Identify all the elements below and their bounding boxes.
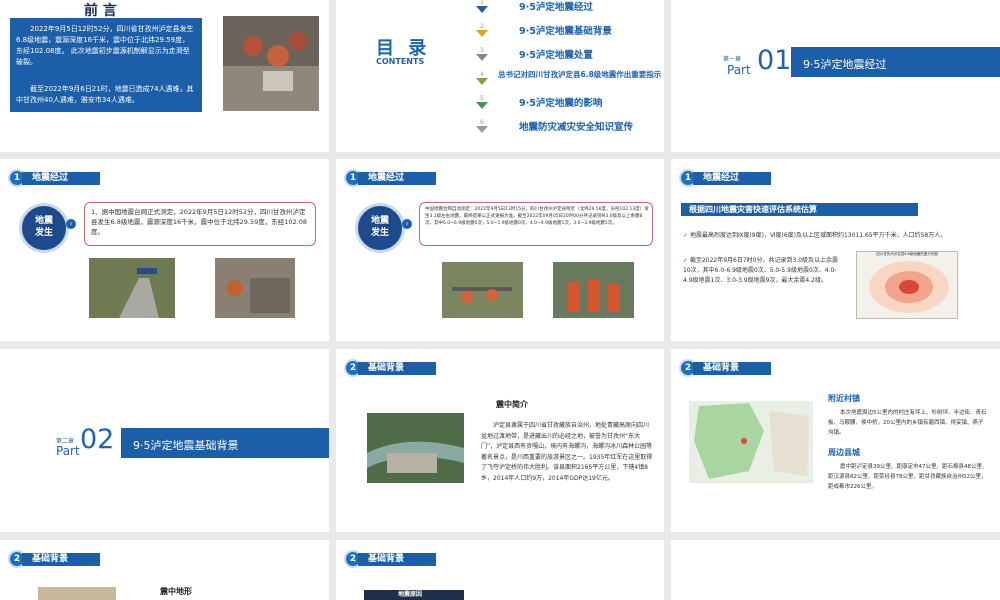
slide-background-3[interactable]: 2 基础背景 震中地形 <box>0 540 329 600</box>
section-title: 地震经过 <box>22 172 100 185</box>
rescuers-photo <box>553 262 634 318</box>
road-photo <box>89 258 175 318</box>
slide-background-2[interactable]: 2 基础背景 附近村镇 本次地震周边5公里内的村庄有坪上、杉树坪、半边街、青石板、… <box>671 349 1000 532</box>
quake-textbox: 中国地震台网自动测定：2022年9月5日13时15分，四川甘孜州泸定县附近（北纬… <box>419 202 653 246</box>
rescue-team-photo <box>442 262 523 318</box>
nearby-counties-text: 震中距泸定县39公里、距康定市47公里、距石棉县48公里、距汉源县62公里、距荥… <box>828 464 988 490</box>
quake-circle: 地震 发生 <box>355 203 405 253</box>
terrain-photo <box>38 587 116 600</box>
toc-item-3[interactable]: 3 9·5泸定地震处置 <box>474 44 664 66</box>
svg-text:2: 2 <box>480 23 484 30</box>
toc-item-5[interactable]: 5 9·5泸定地震的影响 <box>474 92 664 114</box>
slide-quake-3[interactable]: 1 地震经过 根据四川地震灾害快速评估系统估算 ✓ 地震最高烈度达到Ⅸ度(9度)，… <box>671 159 1000 341</box>
part2-number: 02 <box>80 424 115 455</box>
quake-circle-label: 地震 发生 <box>34 216 53 238</box>
svg-text:5: 5 <box>480 95 484 102</box>
slide-part2[interactable]: 第二章 Part 02 9·5泸定地震基础背景 <box>0 349 329 532</box>
part2-title: 9·5泸定地震基础背景 <box>133 439 239 452</box>
assessment-banner: 根据四川地震灾害快速评估系统估算 <box>681 203 918 216</box>
section-title: 基础背景 <box>693 362 771 375</box>
part1-part: Part <box>727 63 751 77</box>
quake-text: 中国地震台网自动测定：2022年9月5日13时15分，四川甘孜州泸定县附近（北纬… <box>425 207 649 226</box>
intensity-map: 四川甘孜州泸定县6.8级地震烈度分布图 <box>856 251 958 319</box>
svg-text:6: 6 <box>480 119 484 126</box>
epicenter-intro-text: 泸定县隶属于四川省甘孜藏族自治州，地处青藏高原向四川盆地过渡地带，是进藏出川的必… <box>481 422 653 482</box>
rescue-photo <box>223 16 319 111</box>
chevron-down-icon: 3 <box>474 44 490 62</box>
section-title: 地震经过 <box>358 172 436 185</box>
chevron-down-icon: 4 <box>474 68 490 86</box>
toc-item-label: 地震防灾减灾安全知识宣传 <box>519 122 634 133</box>
nearby-counties-title: 周边县城 <box>828 448 860 457</box>
terrain-title: 震中地形 <box>160 587 192 596</box>
cause-title: 地震原因 <box>398 591 423 598</box>
chevron-down-icon: 6 <box>474 116 490 134</box>
quake-circle-label: 地震 发生 <box>370 216 389 238</box>
preface-title: 前 言 <box>84 3 117 19</box>
quake-circle: 地震 发生 <box>19 203 69 253</box>
nearby-villages-title: 附近村镇 <box>828 394 860 403</box>
intensity-note: ✓ 地震最高烈度达到Ⅸ度(9度)，Ⅵ度(6度)及以上区域面积约13011.65平… <box>683 232 947 239</box>
svg-text:3: 3 <box>480 47 484 54</box>
section-title: 基础背景 <box>358 362 436 375</box>
nearby-villages-text: 本次地震周边5公里内的村庄有坪上、杉树坪、半边街、青石板、马鞍腰、侯中桥，20公… <box>828 410 987 436</box>
location-map <box>689 401 813 483</box>
contents-subtitle: CONTENTS <box>376 57 425 66</box>
toc-item-label: 9·5泸定地震基础背景 <box>519 26 612 37</box>
quake-textbox: 1、据中国地震台网正式测定，2022年9月5日12时52分，四川甘孜州泸定县发生… <box>84 202 316 246</box>
toc-item-6[interactable]: 6 地震防灾减灾安全知识宣传 <box>474 116 664 138</box>
section-title: 地震经过 <box>693 172 771 185</box>
part1-chapter: 第一章 <box>723 56 742 63</box>
cause-box: 地震原因 <box>364 590 464 600</box>
aftershock-note: ✓ 截至2022年9月6日7时0分，共记录到3.0级及以上余震10次，其中6.0… <box>683 257 839 284</box>
part1-number: 01 <box>757 45 792 76</box>
section-title: 基础背景 <box>358 553 436 566</box>
toc-item-4[interactable]: 4 总书记对四川甘孜泸定县6.8级地震作出重要指示 <box>474 68 664 90</box>
preface-box: 2022年9月5日12时52分，四川省甘孜州泸定县发生6.8级地震，震源深度16… <box>10 18 202 112</box>
chevron-right-icon: › <box>66 219 76 229</box>
toc-item-2[interactable]: 2 9·5泸定地震基础背景 <box>474 20 664 42</box>
slide-blank[interactable] <box>671 540 1000 600</box>
slide-part1[interactable]: 第一章 Part 01 9·5泸定地震经过 <box>671 0 1000 152</box>
assessment-title: 根据四川地震灾害快速评估系统估算 <box>689 204 817 214</box>
svg-text:4: 4 <box>480 71 484 78</box>
chevron-right-icon: › <box>402 219 412 229</box>
slide-preface[interactable]: 前 言 2022年9月5日12时52分，四川省甘孜州泸定县发生6.8级地震，震源… <box>0 0 329 152</box>
toc-item-label: 9·5泸定地震处置 <box>519 50 593 61</box>
section-title: 基础背景 <box>22 553 100 566</box>
toc-item-label: 9·5泸定地震经过 <box>519 2 593 13</box>
svg-text:1: 1 <box>480 0 484 6</box>
preface-para2: 截至2022年9月6日21时，地震已造成74人遇难，其中甘孜州40人遇难，雅安市… <box>16 85 194 104</box>
toc-item-label: 总书记对四川甘孜泸定县6.8级地震作出重要指示 <box>498 70 662 79</box>
slide-background-1[interactable]: 2 基础背景 震中简介 泸定县隶属于四川省甘孜藏族自治州，地处青藏高原向四川盆地过… <box>336 349 664 532</box>
chevron-down-icon: 5 <box>474 92 490 110</box>
preface-para1: 2022年9月5日12时52分，四川省甘孜州泸定县发生6.8级地震，震源深度16… <box>16 25 194 66</box>
chevron-down-icon: 1 <box>474 0 490 14</box>
part2-part: Part <box>56 444 80 458</box>
chevron-down-icon: 2 <box>474 20 490 38</box>
slide-contents[interactable]: 目 录 CONTENTS 1 9·5泸定地震经过 2 9·5泸定地震基础背景 3 9·5泸… <box>336 0 664 152</box>
slide-background-4[interactable]: 2 基础背景 地震原因 <box>336 540 664 600</box>
slide-quake-2[interactable]: 1 地震经过 地震 发生 › 中国地震台网自动测定：2022年9月5日13时15分… <box>336 159 664 341</box>
debris-photo <box>215 258 295 318</box>
slide-quake-1[interactable]: 1 地震经过 地震 发生 › 1、据中国地震台网正式测定，2022年9月5日12时… <box>0 159 329 341</box>
toc-item-1[interactable]: 1 9·5泸定地震经过 <box>474 0 664 18</box>
epicenter-intro-title: 震中简介 <box>496 400 528 409</box>
quake-text: 1、据中国地震台网正式测定，2022年9月5日12时52分，四川甘孜州泸定县发生… <box>91 208 307 236</box>
part2-bar: 9·5泸定地震基础背景 <box>121 428 329 458</box>
town-photo <box>367 413 464 483</box>
intensity-map-graphic <box>869 261 949 313</box>
part1-title: 9·5泸定地震经过 <box>803 58 887 71</box>
toc-item-label: 9·5泸定地震的影响 <box>519 98 603 109</box>
part1-bar: 9·5泸定地震经过 <box>791 47 1000 77</box>
